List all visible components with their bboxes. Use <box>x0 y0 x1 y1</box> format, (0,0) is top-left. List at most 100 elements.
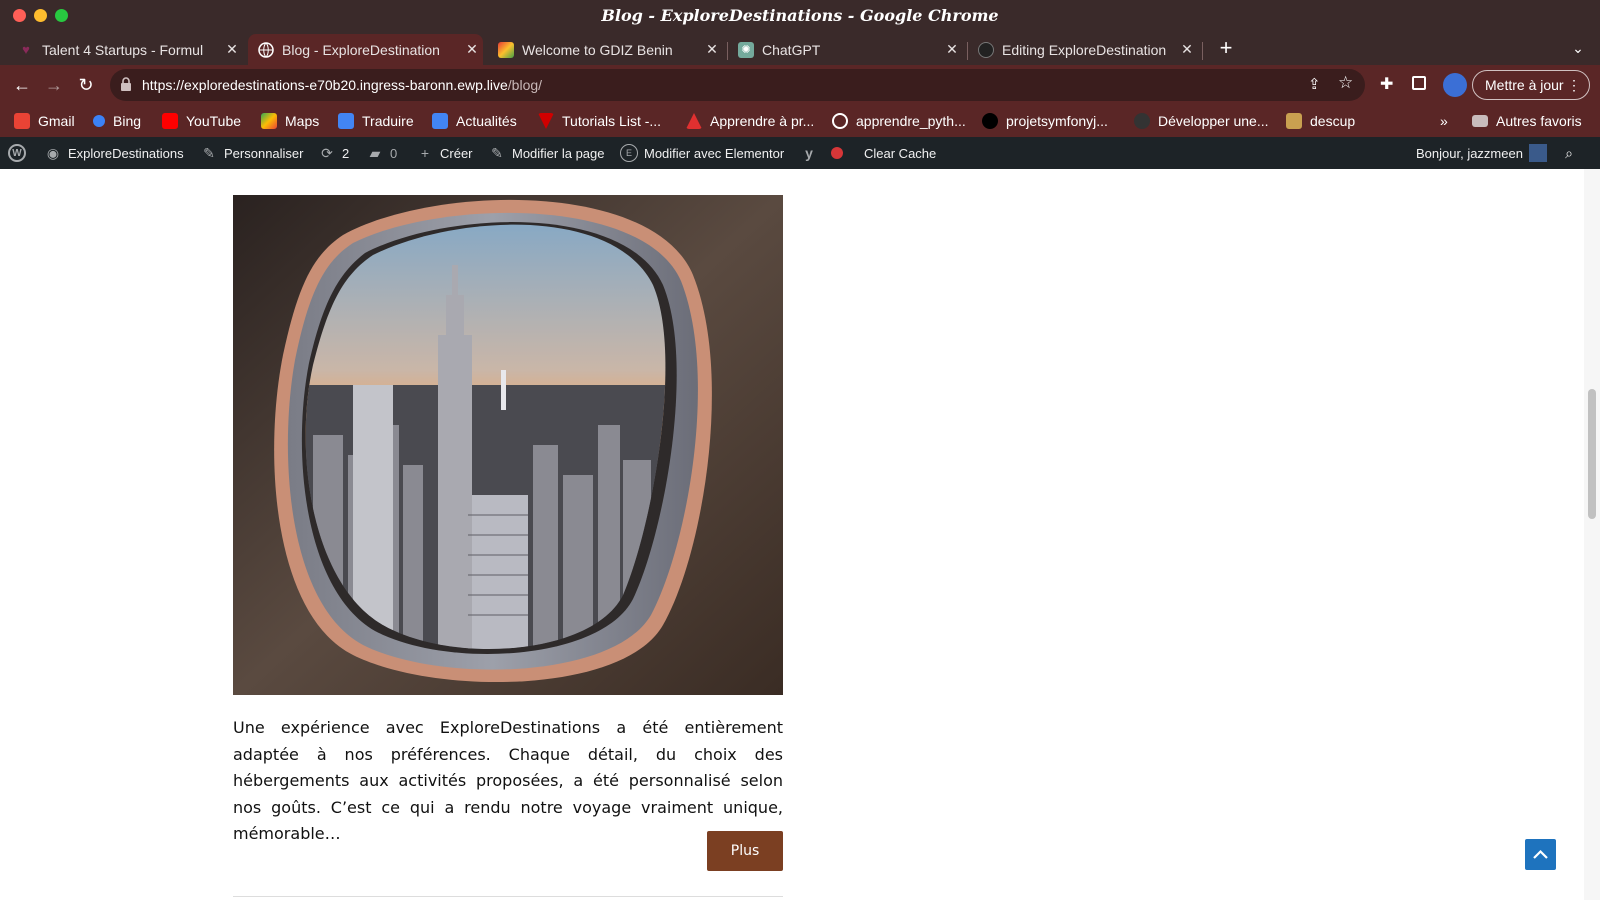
bookmark-label: Autres favoris <box>1496 113 1582 129</box>
bookmark-traduire[interactable]: Traduire <box>338 111 414 131</box>
extensions-puzzle-icon[interactable]: ✚ <box>1380 74 1393 94</box>
news-icon <box>432 113 448 129</box>
more-bookmarks-chevron-icon[interactable]: » <box>1440 111 1448 131</box>
yoast-seo-icon[interactable]: y <box>800 145 824 161</box>
bookmark-bing[interactable]: Bing <box>93 111 141 131</box>
bookmark-label: Actualités <box>456 113 517 129</box>
other-bookmarks-folder[interactable]: Autres favoris <box>1472 111 1582 131</box>
bookmark-developper[interactable]: Développer une... <box>1134 111 1269 131</box>
dashboard-icon: ◉ <box>46 144 60 161</box>
gmail-icon <box>14 113 30 129</box>
edit-page-link[interactable]: ✎ Modifier la page <box>488 144 604 161</box>
page-content: Une expérience avec ExploreDestinations … <box>0 169 1584 900</box>
bookmark-label: projetsymfonyj... <box>1006 113 1108 129</box>
develop-icon <box>1134 113 1150 129</box>
bookmark-gmail[interactable]: Gmail <box>14 111 75 131</box>
tab-gdiz-benin[interactable]: Welcome to GDIZ Benin ✕ <box>488 34 723 65</box>
bookmark-youtube[interactable]: YouTube <box>162 111 241 131</box>
close-tab-icon[interactable]: ✕ <box>1176 41 1198 58</box>
window-titlebar: Blog - ExploreDestinations - Google Chro… <box>0 0 1600 32</box>
post-excerpt: Une expérience avec ExploreDestinations … <box>233 718 783 843</box>
profile-avatar[interactable] <box>1443 73 1467 97</box>
bookmark-descup[interactable]: descup <box>1286 111 1355 131</box>
elementor-icon: E <box>620 144 638 162</box>
window-title: Blog - ExploreDestinations - Google Chro… <box>601 6 999 25</box>
bookmark-actualites[interactable]: Actualités <box>432 111 517 131</box>
new-tab-button[interactable]: + <box>1214 36 1238 60</box>
site-name-label: ExploreDestinations <box>68 145 184 161</box>
user-account-menu[interactable]: Bonjour, jazzmeen <box>1416 144 1547 162</box>
bookmark-maps[interactable]: Maps <box>261 111 319 131</box>
post-divider <box>233 896 783 897</box>
bookmark-projetsymfony[interactable]: projetsymfonyj... <box>982 111 1108 131</box>
address-bar[interactable]: https://exploredestinations-e70b20.ingre… <box>110 69 1365 101</box>
maps-icon <box>261 113 277 129</box>
symfony-icon <box>982 113 998 129</box>
more-menu-icon[interactable]: ⋮ <box>1567 71 1581 99</box>
bookmark-label: Bing <box>113 113 142 129</box>
bookmark-label: Apprendre à pr... <box>710 113 815 129</box>
close-tab-icon[interactable]: ✕ <box>701 41 723 58</box>
bookmark-label: descup <box>1310 113 1356 129</box>
close-tab-icon[interactable]: ✕ <box>941 41 963 58</box>
clear-cache-label: Clear Cache <box>864 145 937 161</box>
bookmark-label: Tutorials List -... <box>562 113 662 129</box>
site-name-link[interactable]: ◉ ExploreDestinations <box>44 145 184 161</box>
airplane-window-city-image <box>233 195 783 695</box>
tab-label: ChatGPT <box>762 41 821 58</box>
create-new-link[interactable]: + Créer <box>416 145 473 161</box>
descup-icon <box>1286 113 1302 129</box>
create-label: Créer <box>440 145 473 161</box>
customize-link[interactable]: ✎ Personnaliser <box>200 145 303 161</box>
bookmark-label: apprendre_pyth... <box>856 113 966 129</box>
clear-cache-link[interactable]: Clear Cache <box>828 145 936 161</box>
pencil-icon: ✎ <box>491 144 503 161</box>
comment-bubble-icon: ▰ <box>369 144 381 161</box>
tab-blog-exploredestinations[interactable]: Blog - ExploreDestination ✕ <box>248 34 483 65</box>
github-icon <box>978 41 994 58</box>
share-icon[interactable]: ⇪ <box>1308 75 1321 93</box>
back-arrow-icon[interactable]: ← <box>10 73 34 97</box>
updates-icon: ⟳ <box>321 144 333 161</box>
scrollbar-thumb[interactable] <box>1588 389 1596 519</box>
lock-icon <box>121 77 131 91</box>
reload-icon[interactable]: ↻ <box>74 73 98 97</box>
bookmark-label: Gmail <box>38 113 75 129</box>
plus-icon: + <box>420 145 430 161</box>
admin-search-icon[interactable]: ⌕ <box>1560 145 1584 161</box>
tab-search-chevron-icon[interactable]: ⌄ <box>1566 36 1590 60</box>
browser-toolbar: ← → ↻ https://exploredestinations-e70b20… <box>0 65 1600 105</box>
scroll-to-top-button[interactable] <box>1525 839 1556 870</box>
bookmark-label: Traduire <box>362 113 414 129</box>
user-avatar <box>1528 144 1547 162</box>
tab-label: Welcome to GDIZ Benin <box>522 41 673 58</box>
tab-talent4startups[interactable]: ♥ Talent 4 Startups - Formul ✕ <box>8 34 243 65</box>
page-scrollbar[interactable] <box>1584 169 1600 900</box>
bookmark-tutorials-list[interactable]: Tutorials List -... <box>538 111 661 131</box>
edit-elementor-label: Modifier avec Elementor <box>644 145 785 161</box>
updates-link[interactable]: ⟳ 2 <box>318 145 349 161</box>
bookmark-star-icon[interactable]: ☆ <box>1338 73 1353 93</box>
forward-arrow-icon[interactable]: → <box>42 73 66 97</box>
update-chrome-button[interactable]: Mettre à jour ⋮ <box>1472 70 1590 100</box>
url-text: https://exploredestinations-e70b20.ingre… <box>142 77 542 93</box>
comments-link[interactable]: ▰ 0 <box>366 144 398 161</box>
close-tab-icon[interactable]: ✕ <box>221 41 243 58</box>
edit-with-elementor-link[interactable]: E Modifier avec Elementor <box>620 144 785 162</box>
wordpress-logo-icon[interactable]: W <box>8 144 32 162</box>
bookmark-apprendre-pr[interactable]: Apprendre à pr... <box>686 111 814 131</box>
read-more-button[interactable]: Plus <box>707 831 783 871</box>
bookmark-label: YouTube <box>186 113 242 129</box>
tab-chatgpt[interactable]: ✺ ChatGPT ✕ <box>728 34 963 65</box>
bookmark-label: Maps <box>285 113 320 129</box>
bookmark-label: Développer une... <box>1158 113 1269 129</box>
chevron-up-icon <box>1533 849 1548 859</box>
tab-label: Talent 4 Startups - Formul <box>42 41 204 58</box>
side-panel-icon[interactable] <box>1412 76 1426 90</box>
status-dot-icon <box>828 144 846 162</box>
close-tab-icon[interactable]: ✕ <box>461 41 483 58</box>
tab-editing-exploredestinations[interactable]: Editing ExploreDestination ✕ <box>968 34 1198 65</box>
tutorials-icon <box>538 113 554 129</box>
bookmark-apprendre-python[interactable]: apprendre_pyth... <box>832 111 966 131</box>
post-featured-image[interactable] <box>233 195 783 695</box>
